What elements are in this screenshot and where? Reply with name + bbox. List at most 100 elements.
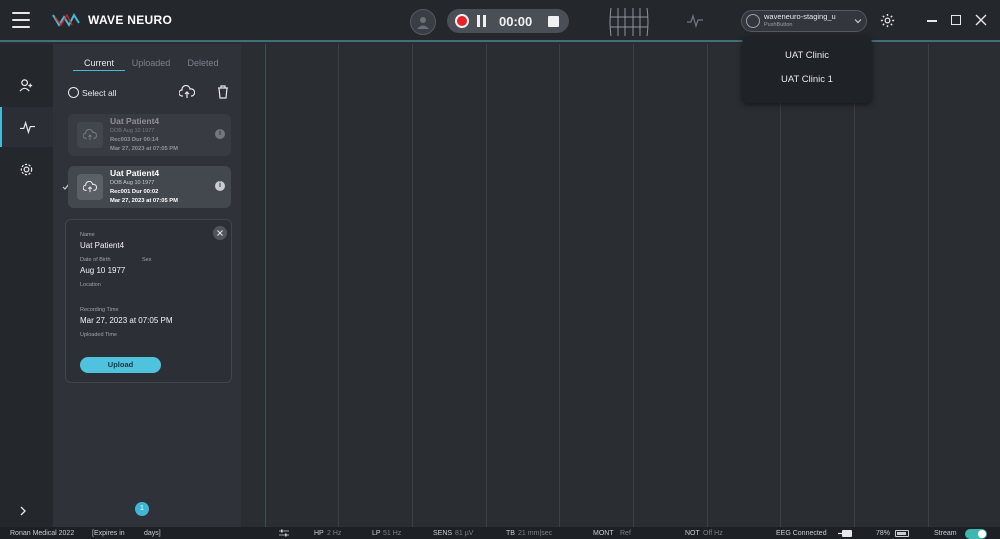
close-window-icon[interactable] xyxy=(975,14,987,26)
license-days: days] xyxy=(144,530,161,537)
upload-button[interactable]: Upload xyxy=(80,357,161,373)
info-icon[interactable]: i xyxy=(215,129,225,139)
patient-avatar-icon[interactable] xyxy=(410,9,436,35)
close-icon xyxy=(217,230,223,236)
dob-value: Aug 10 1977 xyxy=(80,266,126,275)
montage-grid-icon[interactable] xyxy=(607,6,651,38)
grid-line xyxy=(780,44,781,527)
settings-gear-icon[interactable] xyxy=(880,13,895,28)
location-label: Location xyxy=(80,282,101,288)
recordings-panel: Current Uploaded Deleted Select all Uat … xyxy=(53,44,241,527)
waveform-nav-icon xyxy=(20,120,35,134)
stream-toggle[interactable] xyxy=(965,529,987,539)
menu-icon[interactable] xyxy=(12,12,30,28)
recording-card-selected[interactable]: Uat Patient4 DOB Aug 10 1977 Rec001 Dur … xyxy=(68,166,231,208)
settings-nav-icon xyxy=(20,163,33,175)
clinic-option-uat-clinic[interactable]: UAT Clinic xyxy=(742,48,872,72)
account-selector[interactable]: waveneuro-staging_u PushButton xyxy=(741,10,867,32)
info-icon[interactable]: i xyxy=(215,181,225,191)
eeg-canvas[interactable] xyxy=(241,44,1000,527)
logo: WAVE NEURO xyxy=(52,12,172,28)
license-expiry: [Expires in xyxy=(92,530,125,537)
radio-circle-icon xyxy=(68,87,79,98)
user-avatar-icon xyxy=(746,14,760,28)
montage-value[interactable]: Ref xyxy=(620,530,631,537)
name-label: Name xyxy=(80,232,95,238)
grid-line xyxy=(412,44,413,527)
tb-value[interactable]: 21 mm|sec xyxy=(518,530,552,537)
stream-label: Stream xyxy=(934,530,957,537)
recording-card[interactable]: Uat Patient4 DOB Aug 10 1977 Rec003 Dur … xyxy=(68,114,231,156)
account-name: waveneuro-staging_u xyxy=(764,12,836,21)
recording-id-duration: Rec003 Dur 00:14 xyxy=(110,136,159,143)
top-bar: WAVE NEURO 00:00 waveneuro-staging_u Pus… xyxy=(0,0,1000,42)
patients-icon xyxy=(19,78,33,92)
waveform-icon[interactable] xyxy=(687,14,703,28)
grid-line xyxy=(707,44,708,527)
recording-timer: 00:00 xyxy=(499,13,533,29)
montage-label: MONT xyxy=(593,530,614,537)
clinic-option-uat-clinic-1[interactable]: UAT Clinic 1 xyxy=(742,72,872,96)
grid-line xyxy=(338,44,339,527)
hp-value[interactable]: 2 Hz xyxy=(327,530,341,537)
name-value: Uat Patient4 xyxy=(80,241,125,250)
cloud-thumbnail-icon xyxy=(77,122,103,148)
recording-id-duration: Rec001 Dur 00:02 xyxy=(110,188,159,195)
grid-line xyxy=(928,44,929,527)
notification-badge[interactable]: 1 xyxy=(135,502,149,516)
grid-line xyxy=(486,44,487,527)
hp-label: HP xyxy=(314,530,324,537)
recording-date: Mar 27, 2023 at 07:05 PM xyxy=(110,197,178,204)
dob-label: Date of Birth xyxy=(80,257,111,263)
trash-icon[interactable] xyxy=(217,85,229,99)
status-bar: Ronan Medical 2022 [Expires in days] HP … xyxy=(0,527,1000,539)
lp-label: LP xyxy=(372,530,381,537)
sex-label: Sex xyxy=(142,257,152,263)
lp-value[interactable]: 51 Hz xyxy=(383,530,401,537)
brand-name: WAVE NEURO xyxy=(88,13,173,27)
close-detail-button[interactable] xyxy=(213,226,227,240)
sliders-icon[interactable] xyxy=(279,529,289,537)
recording-date: Mar 27, 2023 at 07:05 PM xyxy=(110,145,178,152)
record-button[interactable] xyxy=(455,14,469,28)
nav-settings[interactable] xyxy=(0,149,53,189)
sens-label: SENS xyxy=(433,530,453,537)
grid-line xyxy=(854,44,855,527)
stop-button[interactable] xyxy=(548,15,560,27)
recording-time-label: Recording Time xyxy=(80,307,119,313)
wave-logo-icon xyxy=(52,12,80,28)
recording-time-value: Mar 27, 2023 at 07:05 PM xyxy=(80,316,173,325)
tab-current[interactable]: Current xyxy=(73,58,125,71)
battery-icon xyxy=(895,530,909,537)
grid-line xyxy=(265,44,266,527)
minimize-window-icon[interactable] xyxy=(927,20,937,22)
tab-deleted[interactable]: Deleted xyxy=(177,58,229,71)
license-text: Ronan Medical 2022 xyxy=(10,530,75,537)
tb-label: TB xyxy=(506,530,515,537)
select-all-checkbox[interactable]: Select all xyxy=(68,87,117,98)
recording-dob: DOB Aug 10 1977 xyxy=(110,127,155,134)
nav-recordings[interactable] xyxy=(0,107,53,147)
cloud-upload-icon[interactable] xyxy=(179,85,195,99)
pause-button[interactable] xyxy=(477,15,487,27)
account-subtitle: PushButton xyxy=(764,22,793,28)
headset-plug-icon xyxy=(838,530,852,537)
sens-value[interactable]: 81 µV xyxy=(455,530,473,537)
select-all-label: Select all xyxy=(82,87,117,98)
nav-patients[interactable] xyxy=(0,65,53,105)
eeg-connection-status: EEG Connected xyxy=(776,530,827,537)
recording-detail-card: Name Uat Patient4 Date of Birth Sex Aug … xyxy=(65,219,232,383)
recording-patient-name: Uat Patient4 xyxy=(110,167,160,178)
notch-label: NOT xyxy=(685,530,700,537)
uploaded-time-label: Uploaded Time xyxy=(80,332,117,338)
recording-controls: 00:00 xyxy=(447,9,569,33)
tab-uploaded[interactable]: Uploaded xyxy=(125,58,177,71)
maximize-window-icon[interactable] xyxy=(951,15,961,25)
recording-dob: DOB Aug 10 1977 xyxy=(110,179,155,186)
clinic-dropdown: UAT Clinic UAT Clinic 1 xyxy=(742,37,872,103)
recording-tabs: Current Uploaded Deleted xyxy=(73,58,229,71)
notch-value[interactable]: Off Hz xyxy=(703,530,723,537)
grid-line xyxy=(559,44,560,527)
grid-line xyxy=(633,44,634,527)
chevron-right-icon[interactable] xyxy=(18,506,28,516)
